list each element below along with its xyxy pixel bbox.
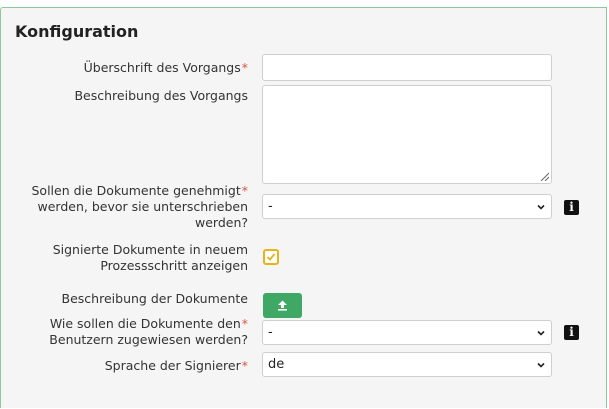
signer-language-label-text: Sprache der Signierer [104,358,241,373]
heading-input[interactable] [262,54,552,81]
heading-label-text: Überschrift des Vorgangs [83,60,241,75]
show-signed-label-line-2: Prozessschritt anzeigen [100,258,248,273]
signer-language-value: de [268,357,285,372]
chevron-down-icon [537,362,545,368]
heading-label: Überschrift des Vorgangs* [84,60,248,76]
info-icon[interactable]: i [564,200,579,215]
info-icon[interactable]: i [564,325,579,340]
approval-label-line-1: Sollen die Dokumente genehmigt [31,183,241,198]
configuration-panel: Konfiguration Überschrift des Vorgangs* … [0,7,607,408]
approval-label: Sollen die Dokumente genehmigt* werden, … [32,183,249,231]
show-signed-checkbox[interactable] [263,249,279,265]
assignment-select[interactable]: - [262,320,552,345]
approval-select[interactable]: - [262,194,552,219]
signer-language-label: Sprache der Signierer* [105,358,248,374]
check-icon [266,253,276,261]
show-signed-label-line-1: Signierte Dokumente in neuem [52,242,248,257]
approval-select-value: - [268,199,273,214]
description-label: Beschreibung des Vorgangs [74,88,248,103]
upload-button[interactable] [263,293,302,318]
doc-description-label: Beschreibung der Dokumente [61,291,248,306]
required-marker: * [241,358,248,373]
approval-label-line-2: werden, bevor sie unterschrieben [37,199,249,214]
required-marker: * [241,183,248,198]
chevron-down-icon [537,330,545,336]
panel-title: Konfiguration [15,22,139,41]
required-marker: * [241,60,248,75]
assignment-select-value: - [268,325,273,340]
assignment-label-line-1: Wie sollen die Dokumente den [49,316,241,331]
show-signed-label: Signierte Dokumente in neuem Prozessschr… [53,242,248,274]
resize-grip-icon[interactable] [539,171,549,181]
assignment-label-line-2: Benutzern zugewiesen werden? [49,332,248,347]
chevron-down-icon [537,204,545,210]
signer-language-select[interactable]: de [262,352,552,377]
assignment-label: Wie sollen die Dokumente den* Benutzern … [49,316,248,348]
approval-label-line-3: werden? [194,215,248,230]
description-textarea[interactable] [262,85,552,184]
required-marker: * [241,316,248,331]
upload-arrow-icon [278,300,287,311]
